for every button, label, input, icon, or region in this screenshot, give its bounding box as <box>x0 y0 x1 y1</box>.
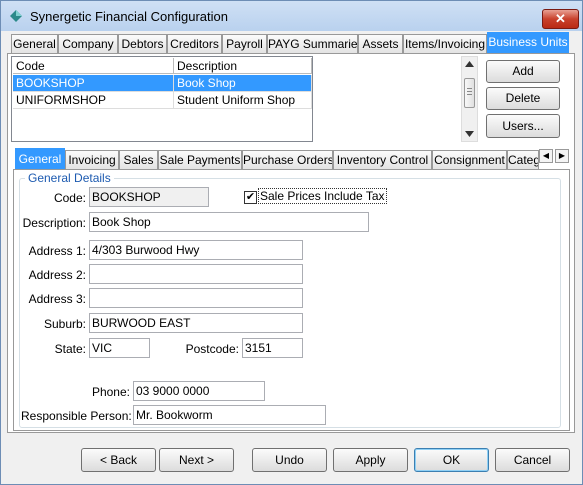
delete-button[interactable]: Delete <box>486 87 560 110</box>
grid-vertical-scrollbar[interactable] <box>461 56 478 142</box>
table-row-code[interactable]: BOOKSHOP <box>13 75 174 92</box>
users-button[interactable]: Users... <box>486 114 560 138</box>
state-field[interactable]: VIC <box>89 338 150 358</box>
description-field[interactable]: Book Shop <box>89 212 369 232</box>
cancel-button[interactable]: Cancel <box>495 448 570 472</box>
postcode-field[interactable]: 3151 <box>242 338 303 358</box>
app-diamond-icon <box>10 10 22 22</box>
tab-scroll-right-icon[interactable]: ▶ <box>555 149 569 163</box>
tab-general[interactable]: General <box>11 34 58 53</box>
subtab-inventory-control[interactable]: Inventory Control <box>333 150 432 169</box>
description-label: Description: <box>22 216 86 230</box>
subtab-invoicing[interactable]: Invoicing <box>65 150 119 169</box>
scroll-down-icon[interactable] <box>465 131 474 137</box>
subtab-purchase-orders[interactable]: Purchase Orders <box>242 150 333 169</box>
responsible-person-label: Responsible Person: <box>21 409 132 423</box>
address2-field[interactable] <box>89 264 303 284</box>
tab-payroll[interactable]: Payroll <box>222 34 267 53</box>
tab-payg-summaries[interactable]: PAYG Summaries <box>267 34 358 53</box>
suburb-label: Suburb: <box>43 317 86 331</box>
tab-creditors[interactable]: Creditors <box>167 34 222 53</box>
add-button[interactable]: Add <box>486 60 560 83</box>
tab-company[interactable]: Company <box>58 34 118 53</box>
table-row-description[interactable]: Student Uniform Shop <box>174 92 312 109</box>
address2-label: Address 2: <box>28 268 86 282</box>
subtab-sales[interactable]: Sales <box>119 150 158 169</box>
close-button[interactable]: ✕ <box>542 9 579 29</box>
address1-label: Address 1: <box>28 244 86 258</box>
apply-button[interactable]: Apply <box>333 448 408 472</box>
tab-scroll-left-icon[interactable]: ◀ <box>539 149 553 163</box>
address3-field[interactable] <box>89 288 303 308</box>
column-header-code[interactable]: Code <box>13 58 174 74</box>
business-units-grid[interactable]: Code Description BOOKSHOP Book Shop UNIF… <box>11 56 313 142</box>
subtab-general[interactable]: General <box>15 148 65 169</box>
scroll-thumb[interactable] <box>464 78 475 108</box>
code-field[interactable]: BOOKSHOP <box>89 187 209 207</box>
address1-field[interactable]: 4/303 Burwood Hwy <box>89 240 303 260</box>
code-label: Code: <box>53 191 86 205</box>
suburb-field[interactable]: BURWOOD EAST <box>89 313 303 333</box>
title-bar[interactable]: Synergetic Financial Configuration ✕ <box>1 1 582 31</box>
subtab-consignment[interactable]: Consignment <box>432 150 507 169</box>
column-header-description[interactable]: Description <box>174 58 312 74</box>
tab-business-units[interactable]: Business Units <box>487 32 569 53</box>
window-title: Synergetic Financial Configuration <box>30 9 228 24</box>
sale-prices-include-tax-checkbox[interactable]: ✔ <box>244 191 257 204</box>
phone-label: Phone: <box>91 385 130 399</box>
responsible-person-field[interactable]: Mr. Bookworm <box>133 405 326 425</box>
sale-prices-include-tax-label[interactable]: Sale Prices Include Tax <box>258 188 387 204</box>
next-button[interactable]: Next > <box>159 448 234 472</box>
undo-button[interactable]: Undo <box>252 448 327 472</box>
table-row-description[interactable]: Book Shop <box>174 75 312 92</box>
back-button[interactable]: < Back <box>81 448 156 472</box>
subtab-categories[interactable]: Categ <box>507 150 539 169</box>
state-label: State: <box>54 342 86 356</box>
scroll-up-icon[interactable] <box>465 61 474 67</box>
address3-label: Address 3: <box>28 292 86 306</box>
group-label: General Details <box>25 171 114 185</box>
ok-button[interactable]: OK <box>414 448 489 472</box>
phone-field[interactable]: 03 9000 0000 <box>133 381 265 401</box>
tab-assets[interactable]: Assets <box>358 34 403 53</box>
subtab-sale-payments[interactable]: Sale Payments <box>158 150 242 169</box>
tab-debtors[interactable]: Debtors <box>118 34 167 53</box>
postcode-label: Postcode: <box>185 342 239 356</box>
configuration-window: Synergetic Financial Configuration ✕ Gen… <box>0 0 583 485</box>
table-row-code[interactable]: UNIFORMSHOP <box>13 92 174 109</box>
tab-items-invoicing[interactable]: Items/Invoicing <box>403 34 487 53</box>
